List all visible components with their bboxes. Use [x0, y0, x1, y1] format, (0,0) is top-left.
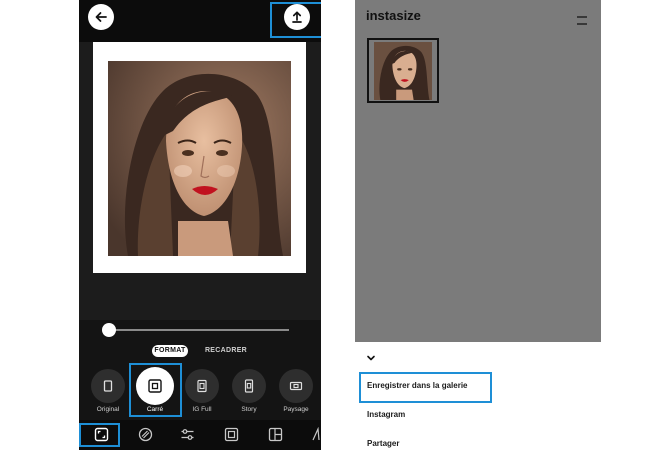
frame-icon: [224, 427, 239, 442]
layout-icon: [268, 427, 283, 442]
toolbar-layout-button[interactable]: [268, 427, 283, 442]
format-carre-highlight: [129, 363, 182, 417]
editor-screen: FORMAT RECADRER Original Carré IG Full S…: [79, 0, 321, 450]
toolbar-format-highlight: [79, 423, 120, 447]
portrait-photo: [108, 61, 291, 256]
tab-recadrer[interactable]: RECADRER: [201, 345, 251, 357]
collapse-sheet-button[interactable]: [366, 350, 376, 361]
toolbar-frame-button[interactable]: [224, 427, 239, 442]
intensity-slider-track[interactable]: [109, 329, 289, 331]
format-story-button[interactable]: [232, 369, 266, 403]
thumbnail-photo: [374, 42, 432, 100]
text-icon: [312, 426, 320, 441]
landscape-icon: [289, 381, 303, 391]
instagram-option[interactable]: Instagram: [367, 410, 405, 419]
arrow-left-icon: [95, 12, 107, 22]
format-option-original[interactable]: [91, 369, 125, 403]
save-to-gallery-highlight: [359, 372, 492, 403]
format-label-original: Original: [96, 406, 120, 413]
format-ig-full-button[interactable]: [185, 369, 219, 403]
portrait-illustration: [108, 61, 291, 256]
tab-format[interactable]: FORMAT: [152, 345, 188, 357]
adjust-icon: [181, 429, 194, 440]
export-button-highlight: [270, 2, 321, 38]
toolbar-filter-button[interactable]: [138, 427, 153, 442]
portrait-rect-icon: [103, 380, 113, 392]
format-label-story: Story: [241, 406, 257, 413]
format-option-ig-full[interactable]: [185, 369, 219, 403]
hamburger-icon: [577, 16, 587, 25]
toolbar-text-button[interactable]: [310, 426, 321, 442]
format-label-paysage: Paysage: [283, 406, 309, 413]
filter-icon: [138, 427, 153, 442]
ig-full-icon: [197, 379, 207, 393]
chevron-down-icon: [367, 355, 375, 361]
format-original-button[interactable]: [91, 369, 125, 403]
format-option-paysage[interactable]: [279, 369, 313, 403]
format-option-story[interactable]: [232, 369, 266, 403]
story-icon: [244, 379, 254, 393]
app-logo: instasize: [366, 8, 421, 23]
portrait-thumbnail-illustration: [374, 42, 432, 100]
share-option[interactable]: Partager: [367, 439, 399, 448]
format-paysage-button[interactable]: [279, 369, 313, 403]
toolbar-adjust-button[interactable]: [180, 427, 195, 442]
format-label-ig-full: IG Full: [192, 406, 212, 413]
menu-button[interactable]: [577, 12, 587, 25]
back-button[interactable]: [88, 4, 114, 30]
share-screen: instasize Enregistrer dans la galerie In…: [355, 0, 601, 450]
intensity-slider-thumb[interactable]: [102, 323, 116, 337]
